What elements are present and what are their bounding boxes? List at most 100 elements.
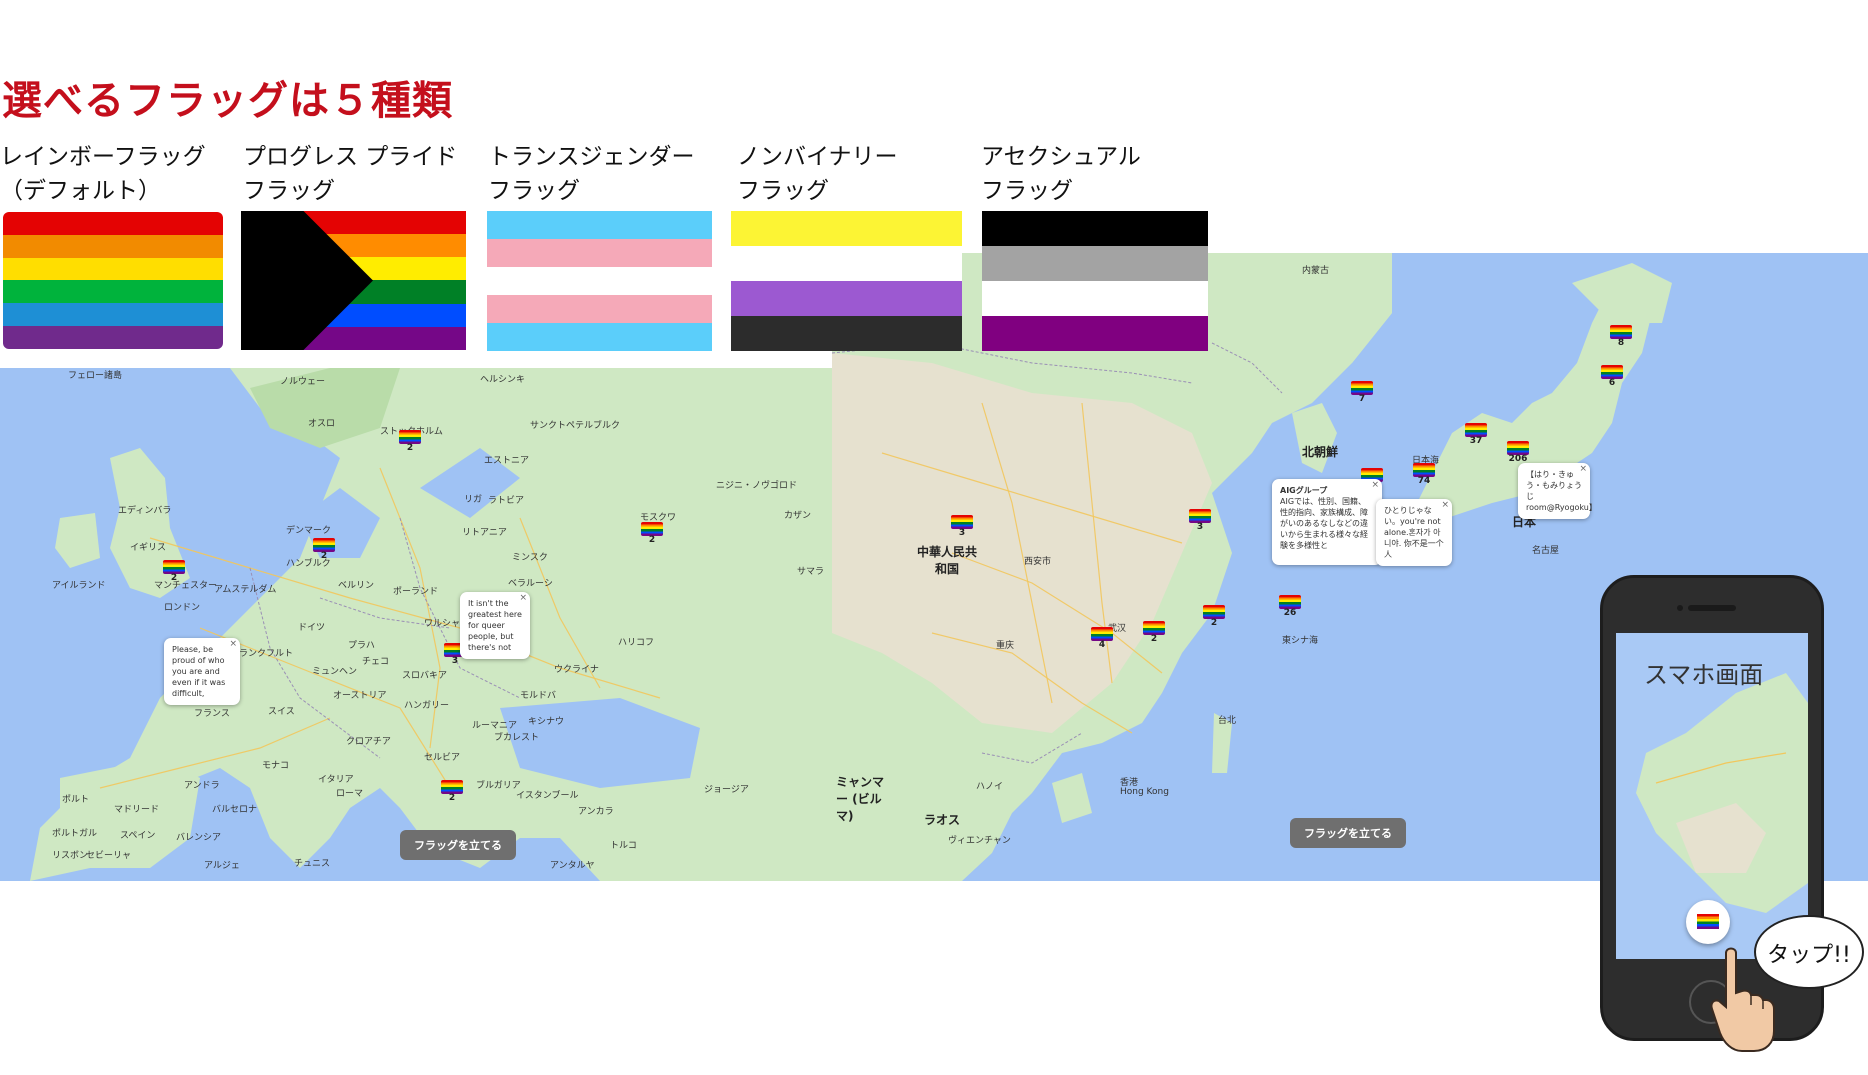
phone-screen: スマホ画面 [1616,633,1808,959]
flag-stripe [3,212,223,235]
map-label: アムステルダム [214,585,277,595]
map-popup[interactable]: × Please, be proud of who you are and ev… [164,638,240,705]
map-label: エディンバラ [118,506,172,516]
map-popup[interactable]: × It isn't the greatest here for queer p… [460,592,530,659]
map-flag-pin[interactable]: 2 [1200,605,1228,628]
map-label: ローマ [336,789,364,799]
map-label: チェコ [362,657,390,667]
close-icon[interactable]: × [519,593,527,604]
place-flag-fab[interactable] [1686,900,1730,944]
map-label: ポーランド [393,587,439,597]
map-label: ベラルーシ [508,579,553,589]
map-flag-pin[interactable]: 74 [1410,463,1438,486]
map-flag-pin[interactable]: 8 [1607,325,1635,348]
map-label: イタリア [318,775,354,785]
transgender-flag[interactable] [487,211,712,351]
flag-stripe [982,211,1208,246]
map-label: トルコ [610,841,637,851]
map-label: イスタンブール [516,791,579,801]
page-title: 選べるフラッグは５種類 [2,78,453,124]
map-flag-pin[interactable]: 2 [310,538,338,561]
map-label: バレンシア [176,833,222,843]
map-flag-pin[interactable]: 6 [1598,365,1626,388]
map-flag-pin[interactable]: 2 [160,560,188,583]
flag-stripe [487,239,712,267]
place-flag-button[interactable]: フラッグを立てる [1290,818,1406,848]
map-label: ミャンマー (ビルマ) [836,775,885,823]
map-flag-pin[interactable]: 37 [1462,423,1490,446]
map-label: アイルランド [52,581,106,591]
map-label: ベルリン [338,581,375,591]
flag-stripe [731,211,962,246]
nonbinary-flag-label: ノンバイナリー フラッグ [737,144,898,204]
flag-stripe [3,326,223,349]
map-label: モナコ [262,761,290,771]
map-label: ルーマニア [472,721,518,731]
map-popup[interactable]: × AIGグループ AIGでは、性別、国籍、性的指向、家族構成、障がいのあるなし… [1272,479,1382,565]
asexual-flag[interactable] [982,211,1208,351]
map-label: バルセロナ [212,805,258,815]
flag-stripe [3,280,223,304]
map-label: ニジニ・ノヴゴロド [716,481,798,491]
map-flag-pin[interactable]: 3 [948,515,976,538]
map-label: ミュンヘン [312,667,358,677]
flag-stripe [487,295,712,323]
map-label: イギリス [130,543,167,553]
map-label: 西安市 [1024,557,1052,567]
map-flag-pin[interactable]: 4 [1088,627,1116,650]
map-label: チュニス [294,859,331,869]
map-flag-pin[interactable]: 3 [1186,509,1214,532]
map-label: エストニア [484,456,530,466]
flag-stripe [731,246,962,281]
map-flag-pin[interactable]: 206 [1504,441,1532,464]
flag-stripe [487,267,712,295]
close-icon[interactable]: × [1579,464,1587,475]
flag-stripe [982,281,1208,316]
progress-pride-chevron [241,211,373,350]
map-label: ジョージア [704,785,749,795]
map-label: サマラ [797,567,825,577]
flag-stripe [3,303,223,327]
map-label: アンタルヤ [550,861,595,871]
map-popup[interactable]: × ひとりじゃない。you're not alone.혼자가 아니야. 你不是一… [1376,499,1452,566]
chevron-band [241,211,373,350]
screen-caption: スマホ画面 [1644,661,1764,689]
map-label: スペイン [120,831,156,841]
rainbow-flag[interactable] [3,212,223,349]
progress-pride-flag[interactable] [241,211,466,350]
map-label: セルビア [424,753,461,763]
nonbinary-flag[interactable] [731,211,962,351]
map-label: Hong Kong [1120,787,1169,797]
map-label: サンクトペテルブルク [530,421,621,431]
map-popup[interactable]: × 【はり・きゅう・もみりょうじroom@Ryogoku】 [1518,463,1597,519]
map-flag-pin[interactable]: 2 [638,522,666,545]
asexual-flag-label: アセクシュアル フラッグ [981,144,1141,204]
europe-map[interactable]: フェロー諸島 ノルウェー ヘルシンキ オスロ ストックホルム サンクトペテルブル… [0,368,832,881]
map-label: ポルトガル [52,829,98,839]
map-label: アンドラ [184,781,220,791]
close-icon[interactable]: × [1371,480,1379,491]
flag-stripe [982,316,1208,351]
map-label: ブカレスト [494,733,540,743]
rainbow-flag-icon [1697,914,1719,929]
close-icon[interactable]: × [229,639,237,650]
flag-stripe [487,211,712,239]
map-flag-pin[interactable]: 26 [1276,595,1304,618]
speaker-grille [1688,605,1736,611]
map-flag-pin[interactable]: 2 [396,430,424,453]
map-flag-pin[interactable]: 7 [1348,381,1376,404]
map-label: キシナウ [528,717,565,727]
map-flag-pin[interactable]: 2 [1140,621,1168,644]
map-label: 北朝鮮 [1302,445,1339,459]
place-flag-button[interactable]: フラッグを立てる [400,830,516,860]
map-label: スロバキア [402,671,448,681]
map-label: ウクライナ [554,665,599,675]
map-flag-pin[interactable]: 2 [438,780,466,803]
close-icon[interactable]: × [1441,500,1449,511]
map-label: 内蒙古 [1302,266,1330,276]
map-label: セビーリャ [86,851,132,861]
map-label: マドリード [114,805,160,815]
map-label: カザン [784,511,812,521]
progress-pride-flag-label: プログレス プライド フラッグ [243,144,458,204]
map-label: フェロー諸島 [68,371,123,381]
